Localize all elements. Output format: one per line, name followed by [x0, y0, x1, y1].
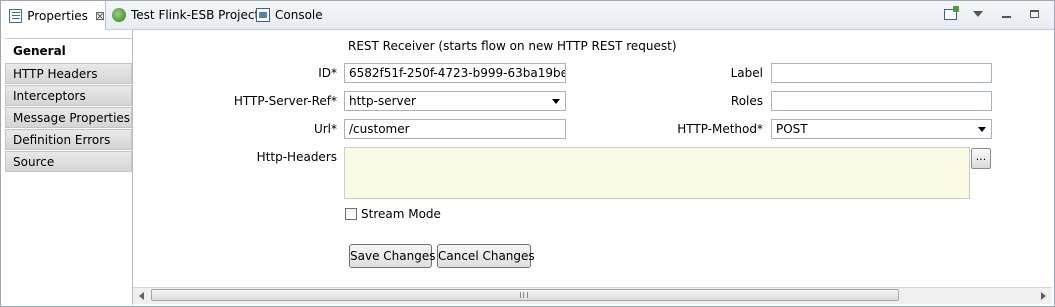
- project-icon: [112, 8, 126, 22]
- minimize-button[interactable]: [998, 7, 1014, 21]
- tab-label: Test Flink-ESB Project: [131, 8, 260, 22]
- roles-label: Roles: [730, 94, 763, 108]
- tab-properties[interactable]: Properties ⊠: [1, 1, 106, 30]
- view-tab-bar: Properties ⊠ Test Flink-ESB Project Cons…: [1, 1, 1054, 30]
- maximize-icon: [1029, 10, 1039, 18]
- dropdown-arrow-icon: [552, 99, 560, 104]
- tab-label: Properties: [27, 8, 88, 23]
- tab-console[interactable]: Console: [252, 1, 323, 29]
- minimize-icon: [1001, 15, 1011, 18]
- http-method-label: HTTP-Method*: [677, 122, 763, 136]
- horizontal-scrollbar[interactable]: [133, 287, 1052, 304]
- stream-mode-option[interactable]: Stream Mode: [345, 207, 441, 221]
- section-interceptors[interactable]: Interceptors: [5, 85, 132, 106]
- scroll-right-icon[interactable]: [1041, 292, 1046, 300]
- id-label: ID*: [318, 66, 337, 80]
- stream-mode-label: Stream Mode: [361, 207, 441, 221]
- close-icon[interactable]: ⊠: [95, 9, 105, 23]
- scroll-left-icon[interactable]: [139, 292, 144, 300]
- view-toolbar: [942, 5, 1042, 21]
- label-field[interactable]: [771, 63, 992, 83]
- section-message-properties[interactable]: Message Properties: [5, 107, 132, 128]
- save-changes-button[interactable]: Save Changes: [349, 244, 435, 268]
- grip-icon: [520, 292, 528, 298]
- console-icon: [256, 8, 270, 22]
- browse-headers-button[interactable]: ...: [971, 148, 991, 169]
- pin-view-icon: [943, 5, 959, 20]
- tab-project[interactable]: Test Flink-ESB Project: [109, 1, 259, 29]
- properties-icon: [9, 8, 23, 23]
- properties-view: Properties ⊠ Test Flink-ESB Project Cons…: [0, 0, 1055, 307]
- label-label: Label: [730, 66, 763, 80]
- section-list: General HTTP Headers Interceptors Messag…: [5, 41, 132, 173]
- id-field[interactable]: 6582f51f-250f-4723-b999-63ba19bebf9b: [344, 63, 566, 83]
- stream-mode-checkbox[interactable]: [345, 208, 357, 220]
- http-headers-textarea[interactable]: [344, 147, 970, 199]
- url-field[interactable]: /customer: [344, 119, 566, 139]
- section-source[interactable]: Source: [5, 151, 132, 172]
- dropdown-arrow-icon: [978, 127, 986, 132]
- roles-field[interactable]: [771, 91, 992, 111]
- view-menu-icon: [973, 11, 983, 17]
- section-divider: [132, 30, 133, 305]
- http-server-ref-value: http-server: [349, 94, 416, 108]
- maximize-button[interactable]: [1026, 7, 1042, 21]
- form-header: REST Receiver (starts flow on new HTTP R…: [348, 39, 677, 53]
- scrollbar-thumb[interactable]: [151, 289, 899, 301]
- http-method-select[interactable]: POST: [771, 119, 992, 139]
- section-http-headers[interactable]: HTTP Headers: [5, 63, 132, 84]
- http-headers-label: Http-Headers: [256, 150, 337, 164]
- http-server-ref-select[interactable]: http-server: [344, 91, 566, 111]
- view-menu-button[interactable]: [970, 7, 986, 21]
- section-general[interactable]: General: [5, 41, 132, 62]
- pin-view-button[interactable]: [942, 5, 959, 21]
- section-list-top-border: [5, 38, 132, 39]
- section-definition-errors[interactable]: Definition Errors: [5, 129, 132, 150]
- http-server-ref-label: HTTP-Server-Ref*: [233, 94, 337, 108]
- cancel-changes-button[interactable]: Cancel Changes: [437, 244, 535, 268]
- tab-label: Console: [275, 8, 323, 22]
- http-method-value: POST: [776, 122, 808, 136]
- url-label: Url*: [313, 122, 337, 136]
